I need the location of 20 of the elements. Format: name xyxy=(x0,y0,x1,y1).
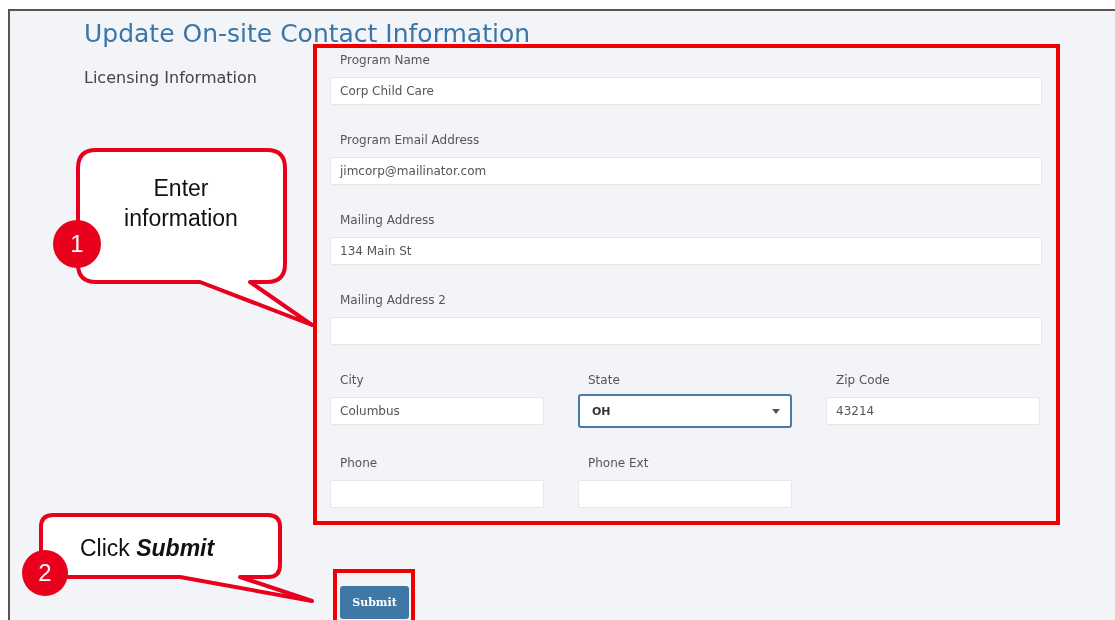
field-label: Program Name xyxy=(339,52,430,68)
field-label: Phone Ext xyxy=(587,455,649,471)
page-title: Update On-site Contact Information xyxy=(84,18,531,50)
field-label: City xyxy=(339,372,364,388)
field-label: Phone xyxy=(339,455,378,471)
field-label: State xyxy=(587,372,620,388)
field-label: Mailing Address 2 xyxy=(339,292,446,308)
callout-text: Enter information xyxy=(123,174,239,233)
text-field[interactable]: 43214 xyxy=(826,397,1040,425)
text-field[interactable]: jimcorp@mailinator.com xyxy=(330,157,1042,185)
field-label: Zip Code xyxy=(835,372,890,388)
submit-button[interactable]: Submit xyxy=(340,586,409,619)
text-field[interactable]: Columbus xyxy=(330,397,544,425)
field-label: Program Email Address xyxy=(339,132,480,148)
state-dropdown[interactable]: OH xyxy=(578,394,792,428)
text-field[interactable]: Corp Child Care xyxy=(330,77,1042,105)
callout-text: Click Submit xyxy=(80,534,215,563)
section-label: Licensing Information xyxy=(84,67,258,87)
field-label: Mailing Address xyxy=(339,212,435,228)
text-field[interactable]: 134 Main St xyxy=(330,237,1042,265)
